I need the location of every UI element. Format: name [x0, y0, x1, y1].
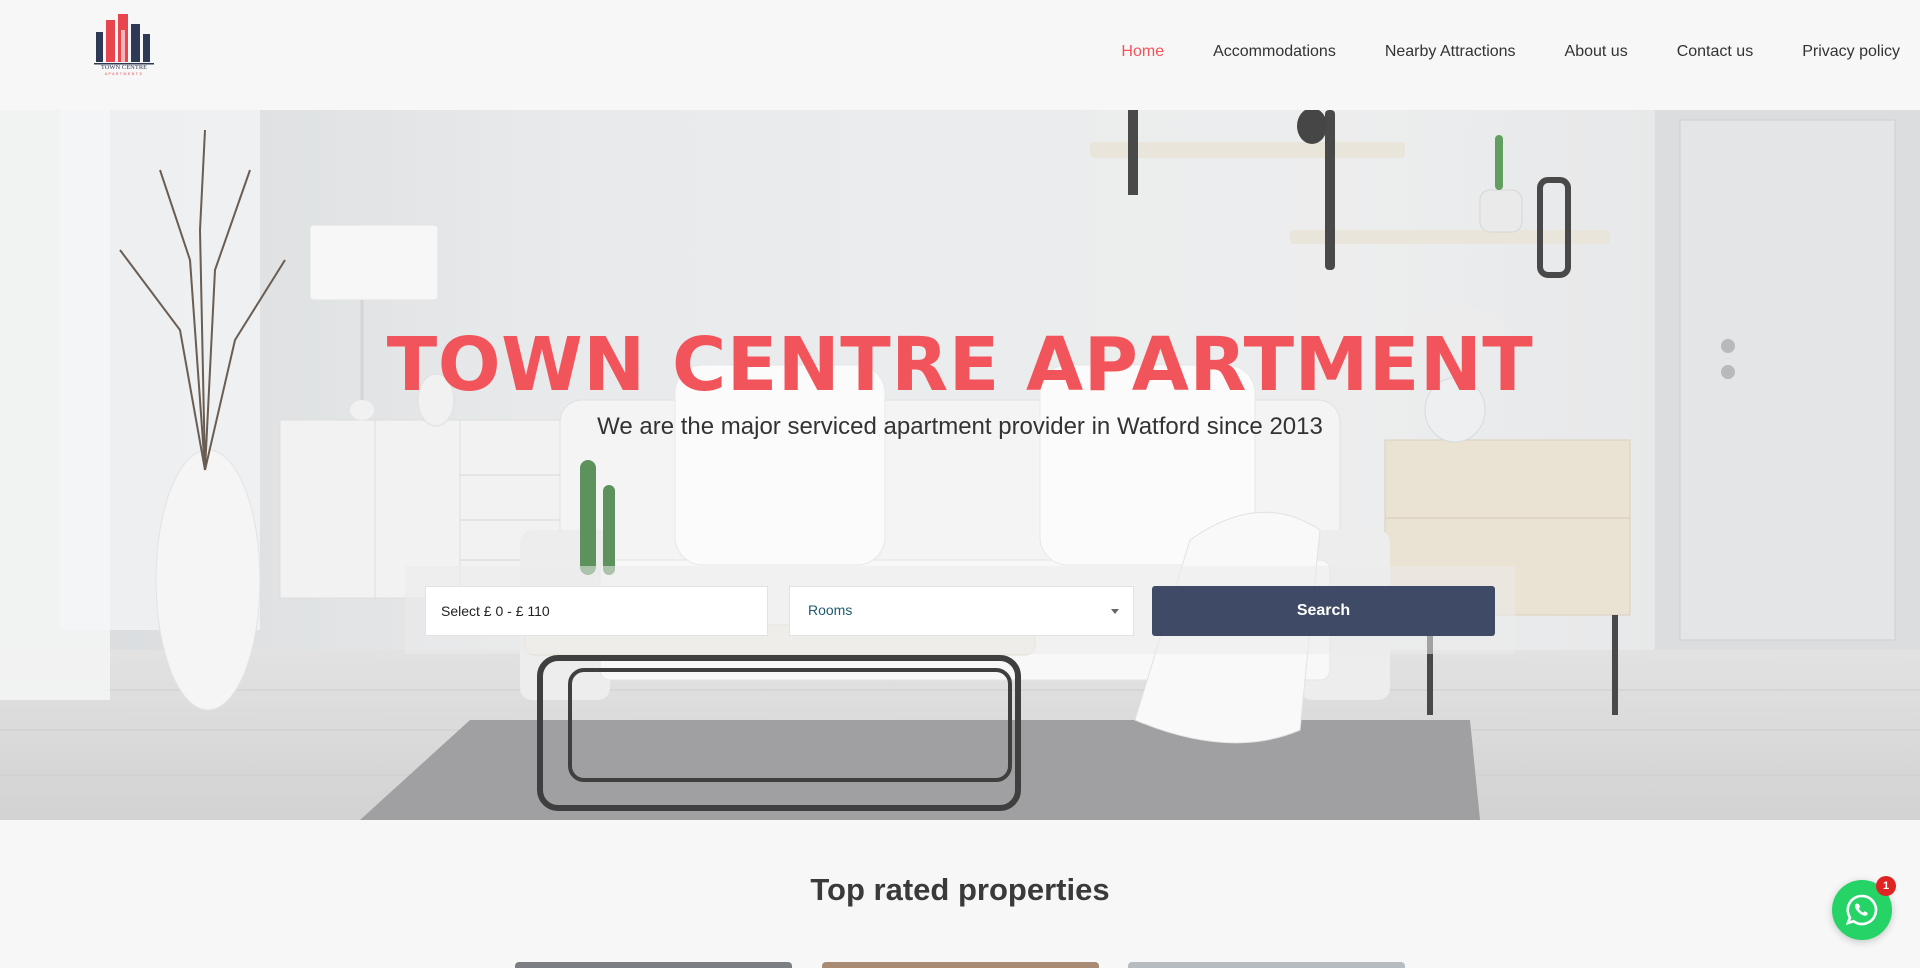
nav-privacy-policy[interactable]: Privacy policy: [1802, 43, 1900, 61]
property-card[interactable]: [822, 962, 1099, 968]
hero-subtitle: We are the major serviced apartment prov…: [597, 413, 1323, 440]
logo-text: TOWN CENTRE: [101, 64, 147, 71]
price-range-field[interactable]: Select £ 0 - £ 110: [425, 586, 768, 636]
property-card[interactable]: [515, 962, 792, 968]
logo-subtext: APARTMENTS: [105, 72, 144, 76]
section-title: Top rated properties: [810, 872, 1110, 907]
site-header: TOWN CENTRE APARTMENTS Home Accommodatio…: [0, 0, 1920, 110]
search-panel: Select £ 0 - £ 110 Rooms Search: [405, 566, 1515, 654]
nav-home[interactable]: Home: [1121, 43, 1164, 61]
site-logo[interactable]: TOWN CENTRE APARTMENTS: [92, 10, 160, 76]
whatsapp-icon: [1845, 894, 1878, 926]
nav-accommodations[interactable]: Accommodations: [1213, 43, 1336, 61]
notification-badge: 1: [1876, 876, 1896, 896]
nav-nearby-attractions[interactable]: Nearby Attractions: [1385, 43, 1516, 61]
rooms-select-label: Rooms: [808, 602, 853, 618]
hero-banner: TOWN CENTRE APARTMENT We are the major s…: [0, 110, 1920, 820]
property-card[interactable]: [1128, 962, 1405, 968]
nav-about-us[interactable]: About us: [1565, 43, 1628, 61]
hero-title: TOWN CENTRE APARTMENT: [386, 322, 1534, 408]
hero-background-image: [0, 110, 1920, 820]
nav-contact-us[interactable]: Contact us: [1677, 43, 1753, 61]
rooms-select[interactable]: Rooms: [789, 586, 1134, 636]
caret-down-icon: [1111, 609, 1119, 614]
search-button[interactable]: Search: [1152, 586, 1495, 636]
main-nav: Home Accommodations Nearby Attractions A…: [1072, 43, 1900, 61]
